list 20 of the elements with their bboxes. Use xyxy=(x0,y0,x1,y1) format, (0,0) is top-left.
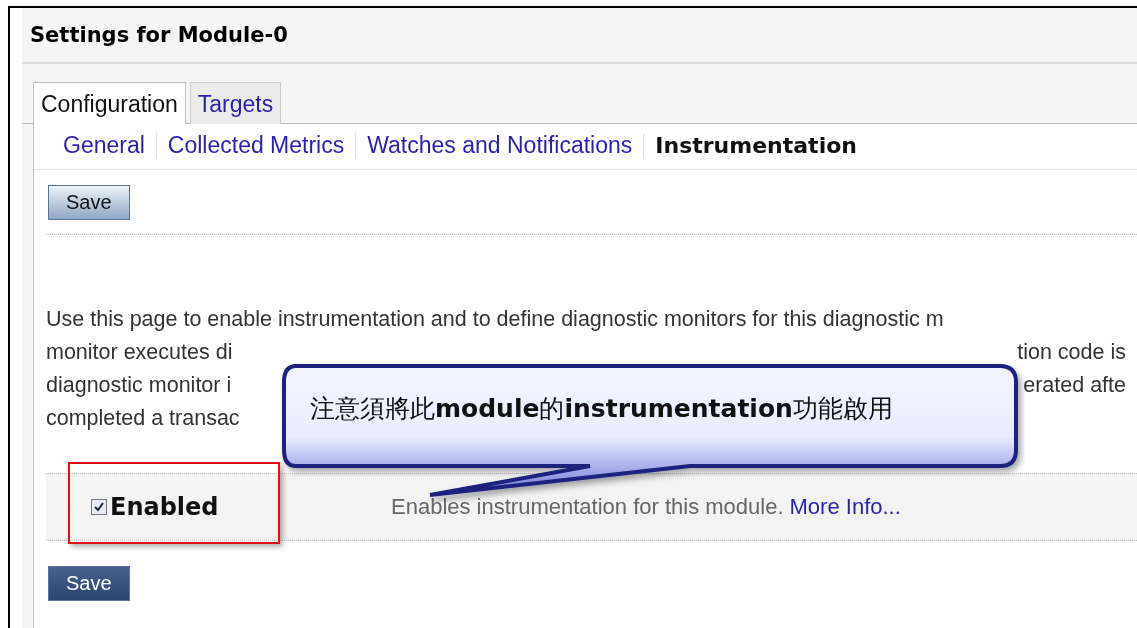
subtab-link[interactable]: General xyxy=(52,132,156,159)
save-button[interactable]: Save xyxy=(48,185,130,220)
help-text: Enables instrumentation for this module. xyxy=(391,494,784,520)
page-title: Settings for Module-0 xyxy=(30,23,288,47)
description-text: completed a transac xyxy=(46,405,240,432)
checkbox-label: Enabled xyxy=(110,493,219,521)
description-text: Use this page to enable instrumentation and to define diagnostic monitors for this diagnostic m xyxy=(46,306,944,333)
save-button[interactable]: Save xyxy=(48,566,130,601)
checkbox[interactable] xyxy=(91,499,107,515)
more-info-link[interactable]: More Info... xyxy=(789,494,901,520)
subtab-link[interactable]: Instrumentation xyxy=(643,133,868,158)
tab[interactable]: Targets xyxy=(189,82,282,124)
description-text: monitor executes di xyxy=(46,339,233,366)
description-text: tion code is xyxy=(1017,339,1126,366)
subtab-link[interactable]: Collected Metrics xyxy=(155,132,356,159)
callout-text: 注意須將此module的instrumentation功能啟用 xyxy=(310,393,893,425)
description-text: erated afte xyxy=(1023,372,1126,399)
description-text: diagnostic monitor i xyxy=(46,372,232,399)
tab[interactable]: Configuration xyxy=(33,82,186,124)
subtab-link[interactable]: Watches and Notifications xyxy=(355,132,644,159)
